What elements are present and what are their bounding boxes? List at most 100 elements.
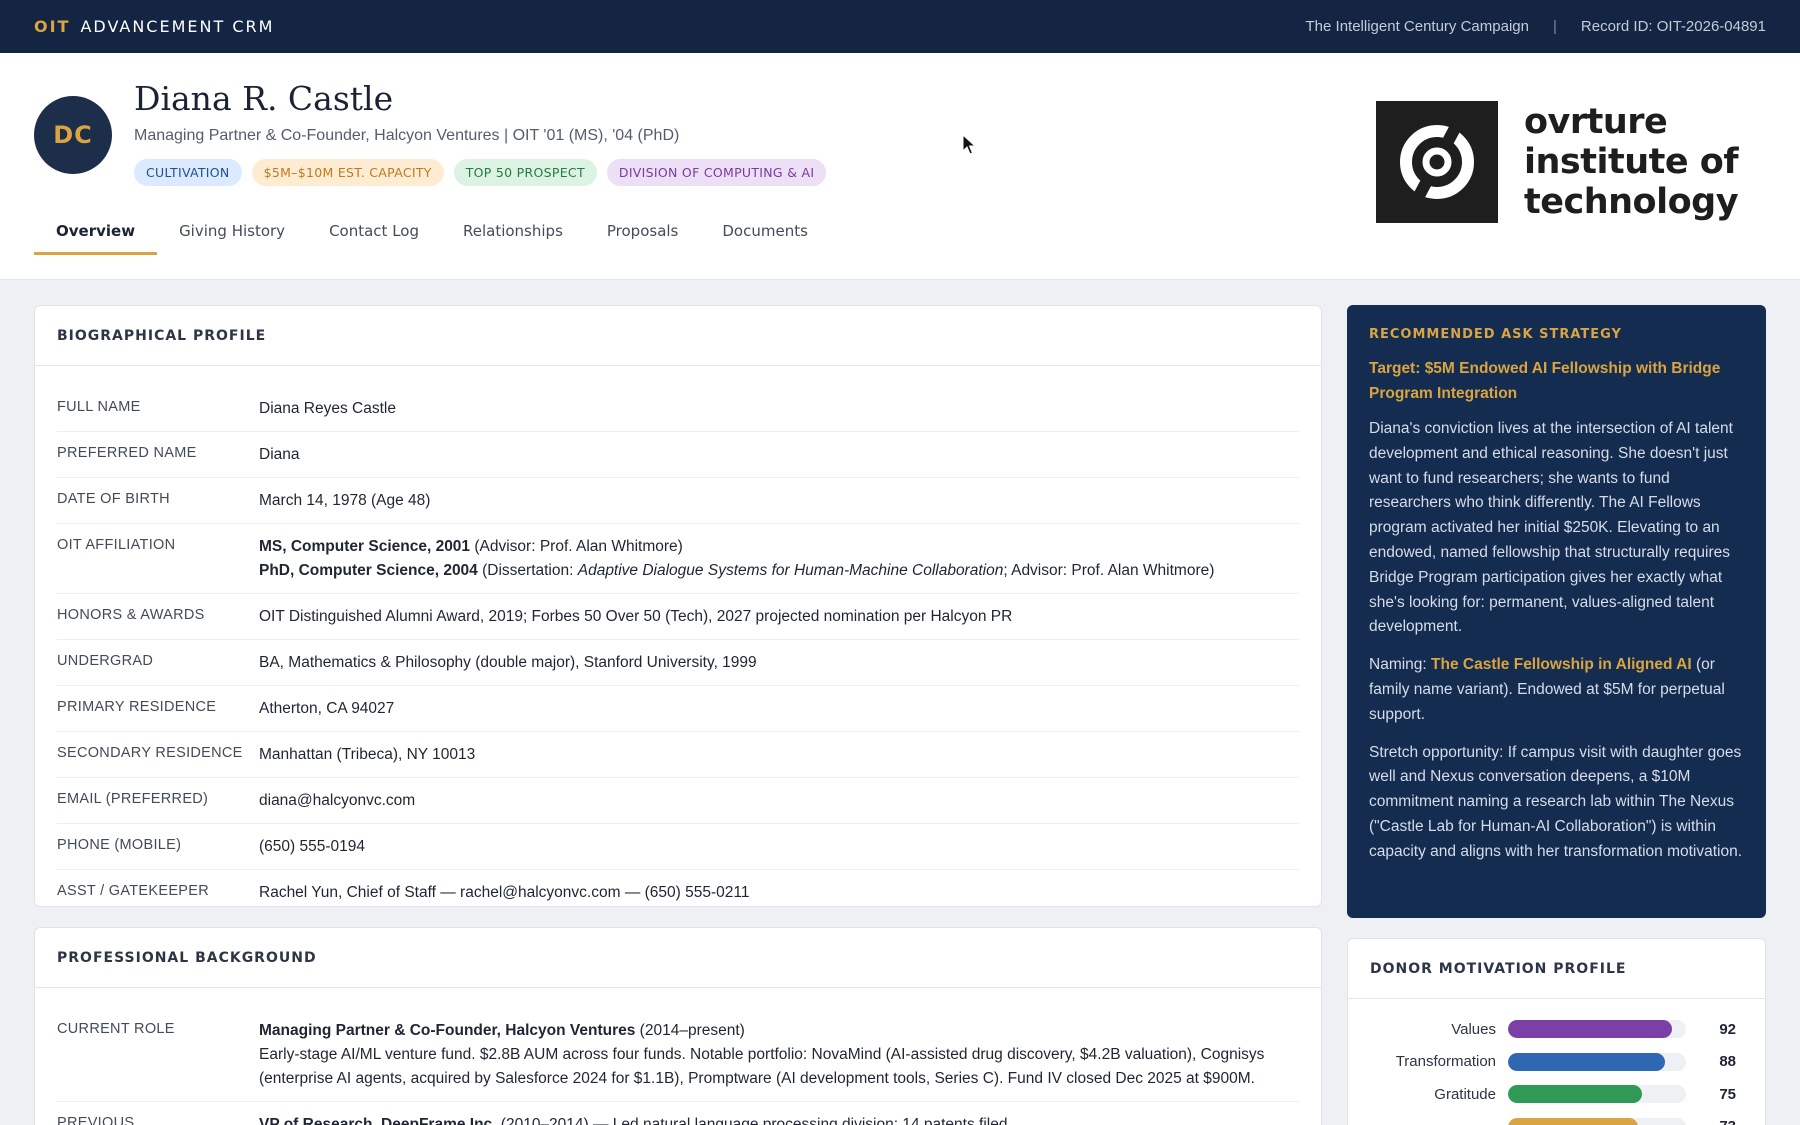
tag-capacity[interactable]: $5M–$10M EST. CAPACITY (251, 159, 444, 186)
field-value: VP of Research, DeepFrame Inc. (2010–201… (259, 1113, 1007, 1125)
motivation-score: 92 (1719, 1020, 1736, 1038)
field-value: March 14, 1978 (Age 48) (259, 492, 431, 509)
field-label: PREFERRED NAME (57, 445, 197, 461)
tag-division[interactable]: DIVISION OF COMPUTING & AI (606, 159, 827, 186)
degree-phd-advisor: ; Advisor: Prof. Alan Whitmore) (1003, 562, 1215, 579)
field-value: MS, Computer Science, 2001 (Advisor: Pro… (259, 535, 1214, 583)
brand-accent: OIT (34, 17, 71, 36)
phone-link[interactable]: (650) 555-0194 (259, 835, 365, 859)
field-value: Managing Partner & Co-Founder, Halcyon V… (259, 1019, 1299, 1091)
current-role-years: (2014–present) (635, 1022, 745, 1039)
field-label: CURRENT ROLE (57, 1021, 175, 1037)
motivation-row: 73 (1370, 1111, 1743, 1125)
motivation-track (1508, 1085, 1686, 1104)
field-label: HONORS & AWARDS (57, 607, 205, 623)
motivation-label: Gratitude (1434, 1085, 1496, 1103)
field-label: SECONDARY RESIDENCE (57, 745, 243, 761)
professional-background-card: PROFESSIONAL BACKGROUND CURRENT ROLE Man… (34, 927, 1322, 1125)
field-label: FULL NAME (57, 399, 141, 415)
field-row: PREVIOUS VP of Research, DeepFrame Inc. … (57, 1102, 1299, 1125)
motivation-row: Gratitude 75 (1370, 1078, 1743, 1111)
tag-list: CULTIVATION $5M–$10M EST. CAPACITY TOP 5… (134, 159, 827, 186)
field-label: PHONE (MOBILE) (57, 837, 182, 853)
degree-ms-title: MS, Computer Science, 2001 (259, 538, 471, 555)
motivation-fill (1508, 1052, 1665, 1071)
motivation-score: 75 (1719, 1085, 1736, 1103)
current-role-description: Early-stage AI/ML venture fund. $2.8B AU… (259, 1046, 1265, 1087)
avatar: DC (34, 96, 112, 174)
motivation-row: Values 92 (1370, 1013, 1743, 1046)
field-row: PRIMARY RESIDENCE Atherton, CA 94027 (57, 686, 1299, 732)
logo-line: institute of (1524, 142, 1739, 182)
tab-bar: Overview Giving History Contact Log Rela… (34, 210, 830, 255)
naming-paragraph: Naming: The Castle Fellowship in Aligned… (1369, 653, 1744, 727)
top-bar-meta: The Intelligent Century Campaign | Recor… (1306, 18, 1766, 35)
current-role-title: Managing Partner & Co-Founder, Halcyon V… (259, 1022, 636, 1039)
field-label: PREVIOUS (57, 1115, 135, 1125)
field-row: ASST / GATEKEEPER Rachel Yun, Chief of S… (57, 870, 1299, 906)
field-value: Atherton, CA 94027 (259, 700, 395, 717)
naming-prefix: Naming: (1369, 656, 1432, 674)
field-label: EMAIL (PREFERRED) (57, 791, 209, 807)
field-value: OIT Distinguished Alumni Award, 2019; Fo… (259, 608, 1013, 625)
field-row: HONORS & AWARDS OIT Distinguished Alumni… (57, 594, 1299, 640)
separator: | (1552, 18, 1557, 35)
dissertation-title: Adaptive Dialogue Systems for Human-Mach… (577, 562, 1004, 579)
field-row: UNDERGRAD BA, Mathematics & Philosophy (… (57, 640, 1299, 686)
field-label: OIT AFFILIATION (57, 537, 176, 553)
motivation-row: Transformation 88 (1370, 1046, 1743, 1079)
motivation-score: 73 (1686, 1118, 1736, 1125)
field-label: ASST / GATEKEEPER (57, 883, 210, 899)
card-title: PROFESSIONAL BACKGROUND (35, 928, 1321, 988)
ask-target: Target: $5M Endowed AI Fellowship with B… (1369, 360, 1721, 402)
tab-proposals[interactable]: Proposals (585, 210, 700, 255)
motivation-fill (1508, 1085, 1642, 1104)
motivation-track (1508, 1117, 1686, 1125)
previous-role-title: VP of Research, DeepFrame Inc. (259, 1116, 497, 1125)
logo-line: technology (1524, 182, 1739, 222)
motivation-label: Transformation (1395, 1053, 1496, 1071)
tag-stage[interactable]: CULTIVATION (134, 159, 242, 186)
institution-logo: ovrture institute of technology (1376, 101, 1739, 223)
field-row: FULL NAME Diana Reyes Castle (57, 386, 1299, 432)
tab-giving-history[interactable]: Giving History (157, 210, 307, 255)
tag-prospect[interactable]: TOP 50 PROSPECT (453, 159, 597, 186)
app-brand[interactable]: OIT ADVANCEMENT CRM (34, 17, 274, 36)
field-row: OIT AFFILIATION MS, Computer Science, 20… (57, 524, 1299, 594)
field-row: EMAIL (PREFERRED) diana@halcyonvc.com (57, 778, 1299, 824)
email-link[interactable]: diana@halcyonvc.com (259, 789, 415, 813)
field-value: Diana (259, 446, 300, 463)
field-label: UNDERGRAD (57, 653, 154, 669)
degree-phd: PhD, Computer Science, 2004 (Dissertatio… (259, 559, 1214, 583)
motivation-bars: Values 92 Transformation 88 Gratitude 75… (1348, 999, 1765, 1125)
field-value: Rachel Yun, Chief of Staff — rachel@halc… (259, 884, 750, 901)
field-value: Diana Reyes Castle (259, 400, 396, 417)
biographical-profile-card: BIOGRAPHICAL PROFILE FULL NAME Diana Rey… (34, 305, 1322, 907)
tab-contact-log[interactable]: Contact Log (307, 210, 441, 255)
donor-subtitle: Managing Partner & Co-Founder, Halcyon V… (134, 127, 680, 144)
field-value: Manhattan (Tribeca), NY 10013 (259, 746, 476, 763)
panel-title: RECOMMENDED ASK STRATEGY (1369, 327, 1622, 342)
tab-relationships[interactable]: Relationships (441, 210, 585, 255)
mouse-cursor-icon (962, 134, 976, 155)
profile-header: DC Diana R. Castle Managing Partner & Co… (0, 53, 1800, 280)
previous-role-detail: (2010–2014) — Led natural language proce… (496, 1116, 1008, 1125)
motivation-label: Values (1451, 1020, 1496, 1038)
field-value: BA, Mathematics & Philosophy (double maj… (259, 654, 757, 671)
naming-highlight: The Castle Fellowship in Aligned AI (1431, 656, 1692, 674)
field-row: PHONE (MOBILE) (650) 555-0194 (57, 824, 1299, 870)
field-row: PREFERRED NAME Diana (57, 432, 1299, 478)
brand-name: ADVANCEMENT CRM (80, 17, 275, 36)
tab-overview[interactable]: Overview (34, 210, 158, 255)
donor-motivation-card: DONOR MOTIVATION PROFILE Values 92 Trans… (1347, 938, 1766, 1125)
field-row: CURRENT ROLE Managing Partner & Co-Found… (57, 1008, 1299, 1102)
logo-mark-icon (1376, 101, 1498, 223)
field-label: PRIMARY RESIDENCE (57, 699, 217, 715)
logo-text: ovrture institute of technology (1524, 102, 1739, 222)
donor-name: Diana R. Castle (134, 79, 394, 118)
degree-ms-detail: (Advisor: Prof. Alan Whitmore) (470, 538, 683, 555)
stretch-paragraph: Stretch opportunity: If campus visit wit… (1369, 743, 1743, 860)
tab-documents[interactable]: Documents (700, 210, 830, 255)
degree-phd-title: PhD, Computer Science, 2004 (259, 562, 478, 579)
ask-strategy-panel: RECOMMENDED ASK STRATEGY Target: $5M End… (1347, 305, 1766, 918)
